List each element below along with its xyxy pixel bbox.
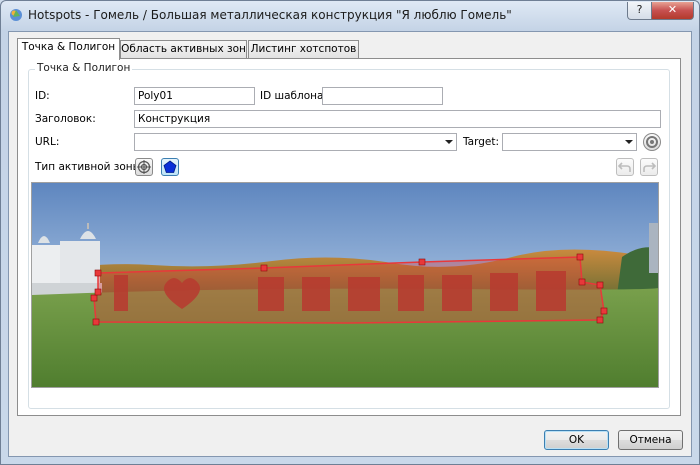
target-combobox[interactable] (502, 133, 637, 151)
point-polygon-group: Точка & Полигон ID: Poly01 ID шаблона: З… (28, 62, 670, 409)
target-label: Target: (463, 136, 500, 148)
group-label: Точка & Полигон (35, 62, 133, 74)
id-field[interactable]: Poly01 (134, 87, 255, 105)
panorama-image[interactable] (31, 182, 659, 388)
redo-button[interactable] (640, 158, 658, 176)
pentagon-icon (163, 160, 177, 173)
undo-icon (617, 162, 631, 172)
zone-type-label: Тип активной зоны: (35, 161, 145, 173)
close-button[interactable]: ✕ (651, 2, 694, 20)
crosshair-icon (137, 160, 151, 174)
template-id-field[interactable] (322, 87, 443, 105)
point-type-button[interactable] (135, 158, 153, 176)
ok-button[interactable]: OK (544, 430, 609, 450)
cancel-button[interactable]: Отмена (618, 430, 683, 450)
polygon-type-button[interactable] (161, 158, 179, 176)
template-id-label: ID шаблона: (260, 90, 328, 102)
heading-label: Заголовок: (35, 113, 96, 125)
heading-field[interactable]: Конструкция (134, 110, 661, 128)
tab-hotspot-listing[interactable]: Листинг хотспотов (248, 40, 359, 58)
redo-icon (643, 162, 657, 172)
building (649, 223, 658, 273)
id-label: ID: (35, 90, 50, 102)
chevron-down-icon[interactable] (445, 140, 453, 144)
title-bar[interactable]: Hotspots - Гомель / Большая металлическа… (1, 1, 699, 29)
gear-icon (646, 136, 658, 148)
chevron-down-icon[interactable] (625, 140, 633, 144)
settings-button[interactable] (643, 133, 661, 151)
help-button[interactable]: ? (627, 2, 652, 20)
url-combobox[interactable] (134, 133, 457, 151)
app-icon (10, 9, 22, 21)
url-label: URL: (35, 136, 60, 148)
panorama-canvas[interactable] (32, 183, 659, 388)
window-title: Hotspots - Гомель / Большая металлическа… (28, 8, 512, 22)
tab-active-zones-area[interactable]: Область активных зон (120, 40, 247, 58)
dialog-client-area: Точка & Полигон Область активных зон Лис… (8, 31, 692, 457)
undo-button[interactable] (616, 158, 634, 176)
tab-panel: Точка & Полигон ID: Poly01 ID шаблона: З… (17, 58, 681, 416)
tab-point-polygon[interactable]: Точка & Полигон (17, 38, 120, 60)
dialog-window: Hotspots - Гомель / Большая металлическа… (0, 0, 700, 465)
